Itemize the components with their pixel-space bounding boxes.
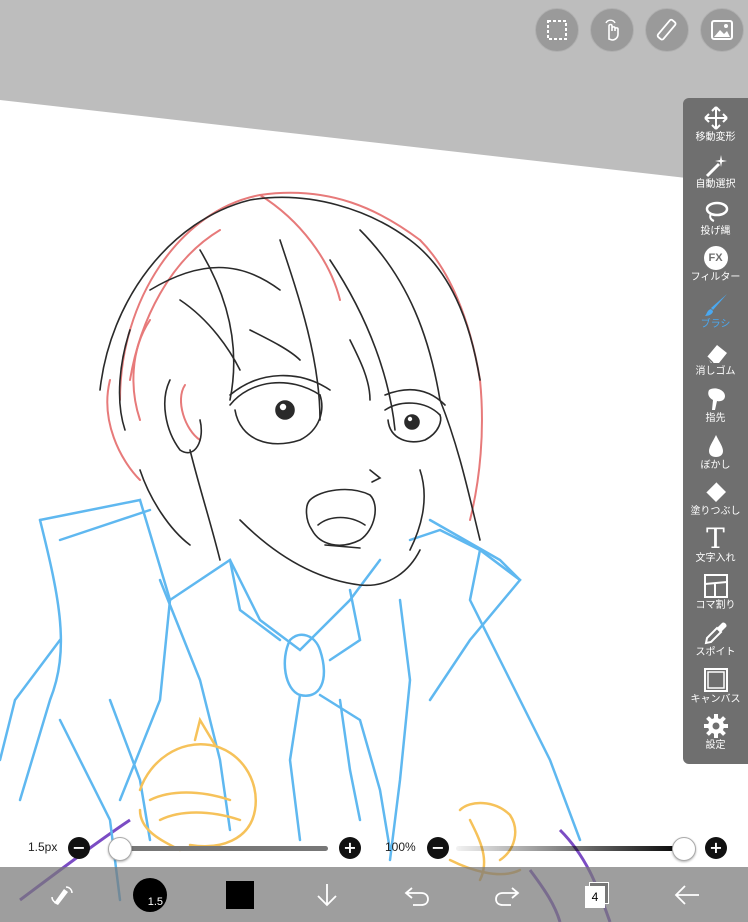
material-button[interactable] <box>700 8 744 52</box>
tool-lasso[interactable]: 投げ縄 <box>683 198 748 244</box>
tool-text[interactable]: T 文字入れ <box>683 525 748 571</box>
tool-eraser[interactable]: 消しゴム <box>683 338 748 384</box>
tool-blur[interactable]: ぼかし <box>683 432 748 478</box>
tool-label: キャンバス <box>690 693 741 705</box>
gear-icon <box>701 712 731 740</box>
tool-label: 塗りつぶし <box>690 506 741 518</box>
brush-size-badge: 1.5 <box>147 895 163 908</box>
tool-palette: 移動変形自動選択投げ縄 FX フィルターブラシ消しゴム指先ぼかし塗りつぶし T 文字入れ… <box>683 98 748 764</box>
layer-count: 4 <box>585 885 605 908</box>
touch-gesture-icon <box>605 19 619 41</box>
layers-icon: 4 <box>585 881 609 908</box>
arrow-down-icon <box>317 883 337 906</box>
lasso-icon <box>701 198 731 226</box>
tool-fill[interactable]: 塗りつぶし <box>683 478 748 524</box>
undo-icon <box>404 886 429 906</box>
brush-size-knob[interactable] <box>108 837 132 861</box>
redo-button[interactable] <box>485 867 529 922</box>
tool-label: スポイト <box>695 646 736 658</box>
opacity-track[interactable] <box>456 846 686 851</box>
brush-size-track[interactable] <box>118 846 328 851</box>
brush-size-label: 1.5px <box>28 840 58 854</box>
selection-icon <box>547 20 567 40</box>
brush-size-button[interactable]: 1.5 <box>128 867 172 922</box>
tool-magic-wand[interactable]: 自動選択 <box>683 151 748 197</box>
opacity-knob[interactable] <box>672 837 696 861</box>
tool-label: 文字入れ <box>695 553 736 565</box>
bottom-toolbar: 1.5 4 <box>0 867 748 922</box>
primary-color-swatch <box>226 880 254 909</box>
tool-label: 指先 <box>705 412 726 424</box>
tool-filter[interactable]: FX フィルター <box>683 244 748 290</box>
text-icon: T <box>706 522 725 556</box>
tool-eyedropper[interactable]: スポイト <box>683 619 748 665</box>
tool-label: 移動変形 <box>695 132 736 143</box>
tool-settings[interactable]: 設定 <box>683 712 748 758</box>
magic-wand-icon <box>701 151 731 179</box>
bucket-icon <box>701 478 731 506</box>
tool-label: コマ割り <box>695 600 736 611</box>
redo-icon <box>495 886 520 906</box>
tool-frame-divider[interactable]: コマ割り <box>683 572 748 618</box>
tool-move-transform[interactable]: 移動変形 <box>683 104 748 150</box>
tool-finger[interactable]: 指先 <box>683 385 748 431</box>
tool-label: フィルター <box>690 272 741 284</box>
drawing-canvas[interactable]: 移動変形自動選択投げ縄 FX フィルターブラシ消しゴム指先ぼかし塗りつぶし T 文字入れ… <box>0 0 748 922</box>
tool-label: 設定 <box>705 740 726 752</box>
tool-label: 消しゴム <box>695 366 736 377</box>
brush-eraser-toggle-icon <box>51 885 73 905</box>
fx-icon: FX <box>701 244 731 272</box>
save-down-button[interactable] <box>305 867 349 922</box>
opacity-label: 100% <box>385 840 416 854</box>
brush-size-preview: 1.5 <box>133 877 167 912</box>
tool-label: 投げ縄 <box>700 225 731 237</box>
tool-label: ぼかし <box>700 459 731 471</box>
eyedropper-icon <box>701 619 731 647</box>
canvas-icon <box>701 666 731 694</box>
opacity-increase-button[interactable]: + <box>705 837 727 859</box>
frame-icon <box>701 572 731 600</box>
back-button[interactable] <box>665 867 709 922</box>
brush-slider-bar: 1.5px − + 100% − + <box>0 832 748 864</box>
material-image-icon <box>711 20 733 40</box>
opacity-decrease-button[interactable]: − <box>427 837 449 859</box>
canvas-paper[interactable] <box>0 0 748 922</box>
tool-brush[interactable]: ブラシ <box>683 291 748 337</box>
move-icon <box>701 104 731 132</box>
tool-canvas[interactable]: キャンバス <box>683 666 748 712</box>
layers-button[interactable]: 4 <box>575 867 619 922</box>
selection-button[interactable] <box>535 8 579 52</box>
finger-icon <box>701 385 731 413</box>
drop-icon <box>701 432 731 460</box>
brush-eraser-toggle-button[interactable] <box>40 867 84 922</box>
touch-gesture-button[interactable] <box>590 8 634 52</box>
ruler-icon <box>656 18 677 41</box>
brush-size-increase-button[interactable]: + <box>339 837 361 859</box>
eraser-icon <box>701 338 731 366</box>
arrow-left-icon <box>674 884 699 905</box>
ruler-button[interactable] <box>645 8 689 52</box>
undo-button[interactable] <box>395 867 439 922</box>
tool-label: 自動選択 <box>695 178 736 190</box>
color-button[interactable] <box>220 867 260 922</box>
brush-icon <box>701 291 731 319</box>
brush-size-decrease-button[interactable]: − <box>68 837 90 859</box>
tool-label: ブラシ <box>700 319 731 331</box>
